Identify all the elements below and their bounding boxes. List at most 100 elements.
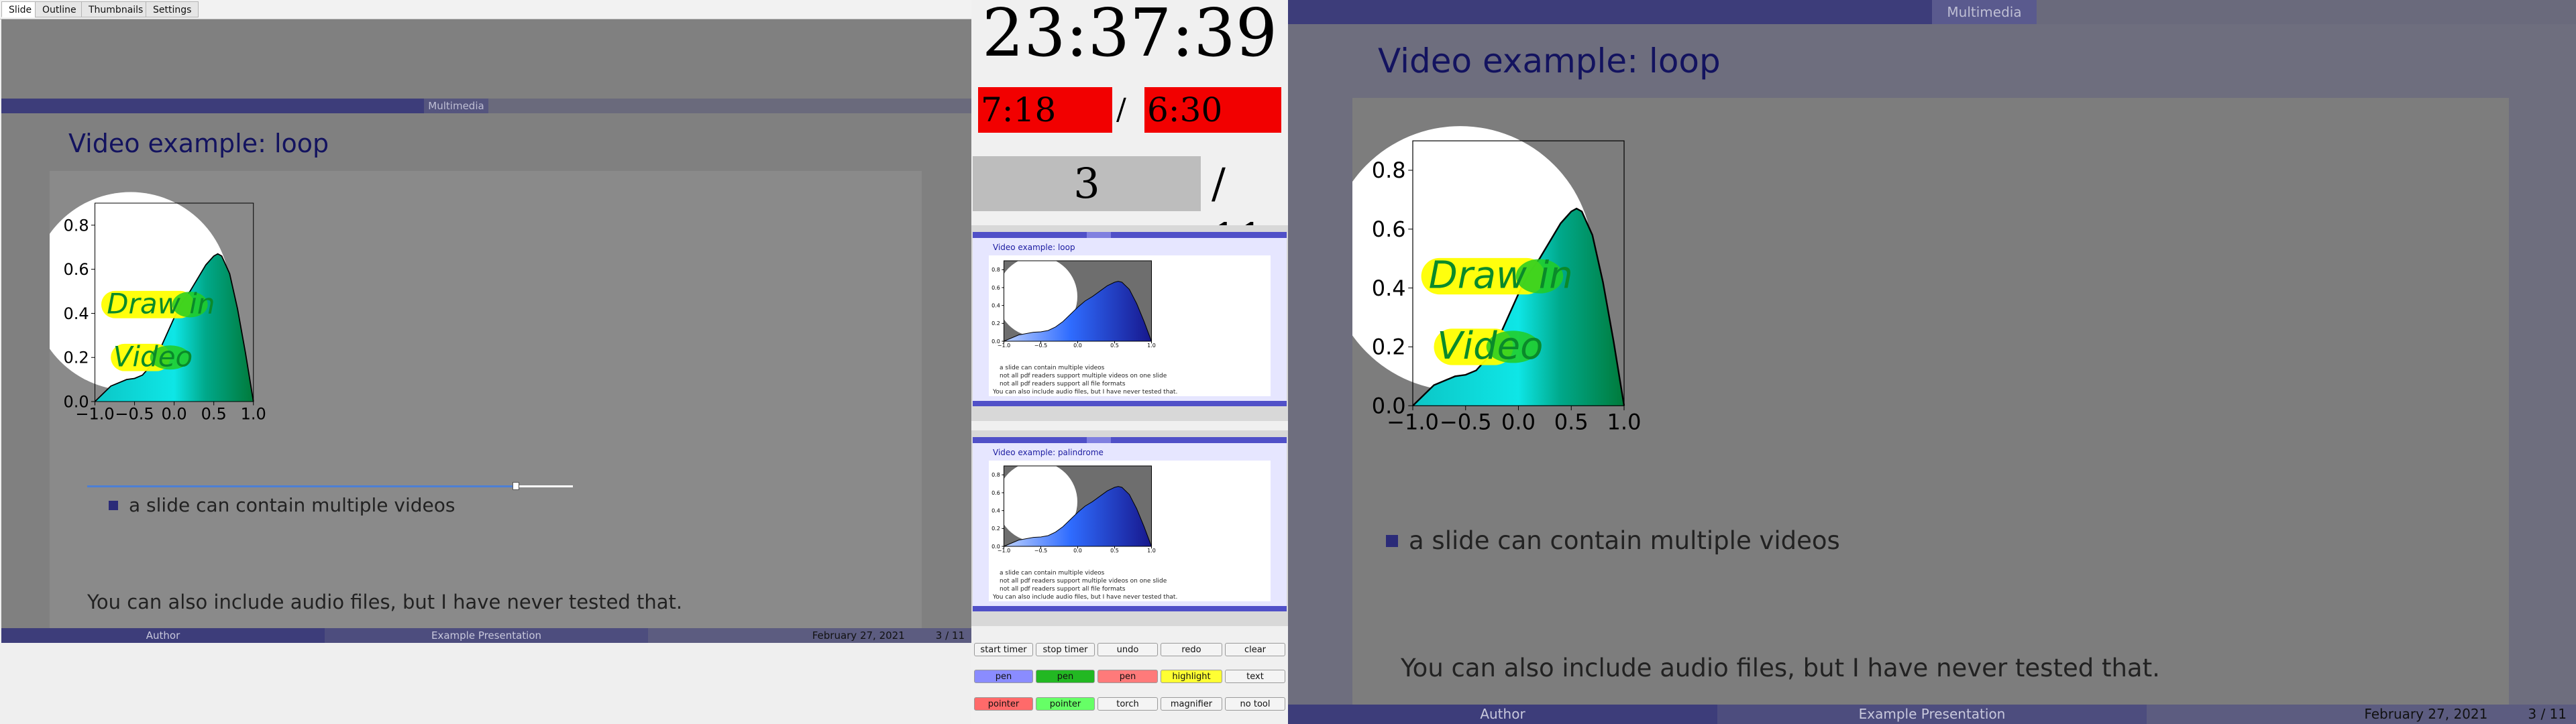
tab-outline[interactable]: Outline [35, 1, 84, 17]
thumb-title: Video example: loop [993, 243, 1075, 252]
bullet-text: a slide can contain multiple videos [129, 494, 455, 516]
y-tick-label: 0.6 [991, 490, 1000, 496]
slide-footer: Author Example Presentation February 27,… [1288, 705, 2576, 724]
video-progress-remaining [519, 485, 573, 487]
current-slide-preview[interactable]: Video example: loop −1.0 −0.5 0.0 0.5 1.0 0.0… [971, 225, 1288, 421]
thumb-slide: Video example: palindrome −1.0 −0.5 0.0 0.5… [973, 437, 1287, 611]
x-tick-label: −0.5 [1034, 343, 1047, 349]
thumb-header-bar [973, 232, 1287, 238]
section-label: Multimedia [1932, 0, 2037, 24]
body-text: You can also include audio files, but I … [87, 591, 683, 613]
x-tick-label: 0.5 [1110, 343, 1119, 349]
pen-red-button[interactable]: pen [1097, 670, 1158, 683]
y-tick-label: 0.4 [1372, 276, 1406, 301]
x-tick-label: 0.0 [1501, 409, 1536, 434]
y-tick-label: 0.0 [1372, 393, 1406, 418]
slide-header-bar: Multimedia [1, 99, 971, 113]
y-tick-label: 0.4 [991, 507, 1000, 514]
y-tick-label: 0.8 [991, 472, 1000, 478]
thumb-title: Video example: palindrome [993, 448, 1104, 457]
slide-header-bar: Multimedia [1288, 0, 2576, 24]
x-tick-label: 0.5 [1554, 409, 1589, 434]
pointer-green-button[interactable]: pointer [1036, 697, 1095, 711]
pointer-red-button[interactable]: pointer [974, 697, 1033, 711]
ink-text: Draw in [107, 287, 215, 320]
clock: 23:37:39 [981, 0, 1278, 72]
x-tick-label: 1.0 [241, 404, 266, 423]
bullet-square-icon [109, 500, 118, 510]
magnifier-button[interactable]: magnifier [1161, 697, 1222, 711]
redo-button[interactable]: redo [1161, 643, 1222, 656]
timer-elapsed[interactable]: 7:18 [978, 87, 1112, 133]
pen-blue-button[interactable]: pen [974, 670, 1033, 683]
text-tool-button[interactable]: text [1225, 670, 1285, 683]
y-tick-label: 0.4 [64, 304, 89, 323]
thumb-bullet: not all pdf readers support all file for… [1000, 586, 1126, 593]
stop-timer-button[interactable]: stop timer [1036, 643, 1095, 656]
thumb-bullet: not all pdf readers support multiple vid… [1000, 578, 1167, 585]
thumb-bullet: not all pdf readers support multiple vid… [1000, 373, 1167, 379]
tab-slide[interactable]: Slide [1, 1, 40, 17]
next-slide-preview[interactable]: Video example: palindrome −1.0 −0.5 0.0 0.5… [971, 430, 1288, 626]
y-tick-label: 0.8 [991, 267, 1000, 273]
ink-text: Video [1437, 324, 1543, 368]
footer-date: February 27, 2021 [812, 629, 905, 642]
y-tick-label: 0.6 [991, 285, 1000, 291]
bullet-text: a slide can contain multiple videos [1409, 526, 1840, 555]
thumb-body: You can also include audio files, but I … [993, 594, 1178, 601]
slide-number-input[interactable]: 3 [973, 156, 1201, 211]
y-tick-label: 0.0 [991, 339, 1000, 345]
y-tick-label: 0.4 [991, 302, 1000, 308]
ink-text: Video [113, 340, 193, 373]
y-tick-label: 0.8 [64, 216, 89, 235]
y-tick-label: 0.2 [64, 349, 89, 367]
timer-total[interactable]: 6:30 [1144, 87, 1281, 133]
tab-settings[interactable]: Settings [146, 1, 199, 17]
slide-footer: Author Example Presentation February 27,… [1, 628, 971, 643]
y-tick-label: 0.0 [991, 544, 1000, 550]
pen-green-button[interactable]: pen [1036, 670, 1095, 683]
undo-button[interactable]: undo [1097, 643, 1158, 656]
video-progress-bar[interactable] [87, 485, 523, 487]
x-tick-label: 1.0 [1147, 343, 1156, 349]
chart-figure: −1.0 −0.5 0.0 0.5 1.00.00.20.40.60.8Draw inV… [1352, 126, 1642, 434]
thumb-bullet: a slide can contain multiple videos [1000, 365, 1105, 371]
start-timer-button[interactable]: start timer [974, 643, 1033, 656]
chart-figure: −1.0 −0.5 0.0 0.5 1.00.00.20.40.60.8Draw inV… [50, 192, 266, 423]
clear-button[interactable]: clear [1225, 643, 1285, 656]
x-tick-label: 0.0 [1073, 343, 1082, 349]
x-tick-label: 1.0 [1607, 409, 1642, 434]
slide-view[interactable]: Multimedia Video example: loop −1.0 −0.5 0… [1, 19, 971, 643]
thumb-bullet: not all pdf readers support all file for… [1000, 381, 1126, 387]
footer-author: Author [1, 628, 325, 643]
tab-thumbnails[interactable]: Thumbnails [81, 1, 151, 17]
presentation-window[interactable]: Multimedia Video example: loop −1.0 −0.5 0… [1288, 0, 2576, 724]
timer-separator: / [1116, 93, 1126, 127]
y-tick-label: 0.6 [1372, 217, 1406, 242]
bullet-item: a slide can contain multiple videos [1386, 526, 1840, 555]
footer-page: 3 / 11 [935, 629, 965, 642]
x-tick-label: 0.5 [1110, 548, 1119, 554]
bullet-item: a slide can contain multiple videos [109, 494, 455, 516]
x-tick-label: 0.5 [201, 404, 227, 423]
highlight-button[interactable]: highlight [1161, 670, 1222, 683]
y-tick-label: 0.0 [64, 392, 89, 411]
thumb-header-bar [973, 437, 1287, 443]
notes-window: Slide Outline Thumbnails Settings Multim… [0, 0, 971, 724]
y-tick-label: 0.2 [991, 526, 1000, 532]
footer-author: Author [1288, 705, 1717, 724]
x-tick-label: 1.0 [1147, 548, 1156, 554]
torch-button[interactable]: torch [1097, 697, 1158, 711]
slide-title: Video example: loop [1378, 42, 1721, 80]
thumb-chart: −1.0 −0.5 0.0 0.5 1.00.00.20.40.60.8 [991, 256, 1156, 349]
y-tick-label: 0.2 [991, 320, 1000, 326]
thumb-body: You can also include audio files, but I … [993, 389, 1178, 396]
video-progress-handle[interactable] [513, 482, 519, 490]
thumb-slide: Video example: loop −1.0 −0.5 0.0 0.5 1.0 0.0… [973, 232, 1287, 406]
footer-title: Example Presentation [1717, 705, 2147, 724]
y-tick-label: 0.6 [64, 260, 89, 279]
y-tick-label: 0.2 [1372, 335, 1406, 360]
control-panel: 23:37:39 7:18 / 6:30 3 / 11 Video exampl… [971, 0, 1288, 724]
footer-date: February 27, 2021 [2364, 706, 2488, 722]
no-tool-button[interactable]: no tool [1225, 697, 1285, 711]
